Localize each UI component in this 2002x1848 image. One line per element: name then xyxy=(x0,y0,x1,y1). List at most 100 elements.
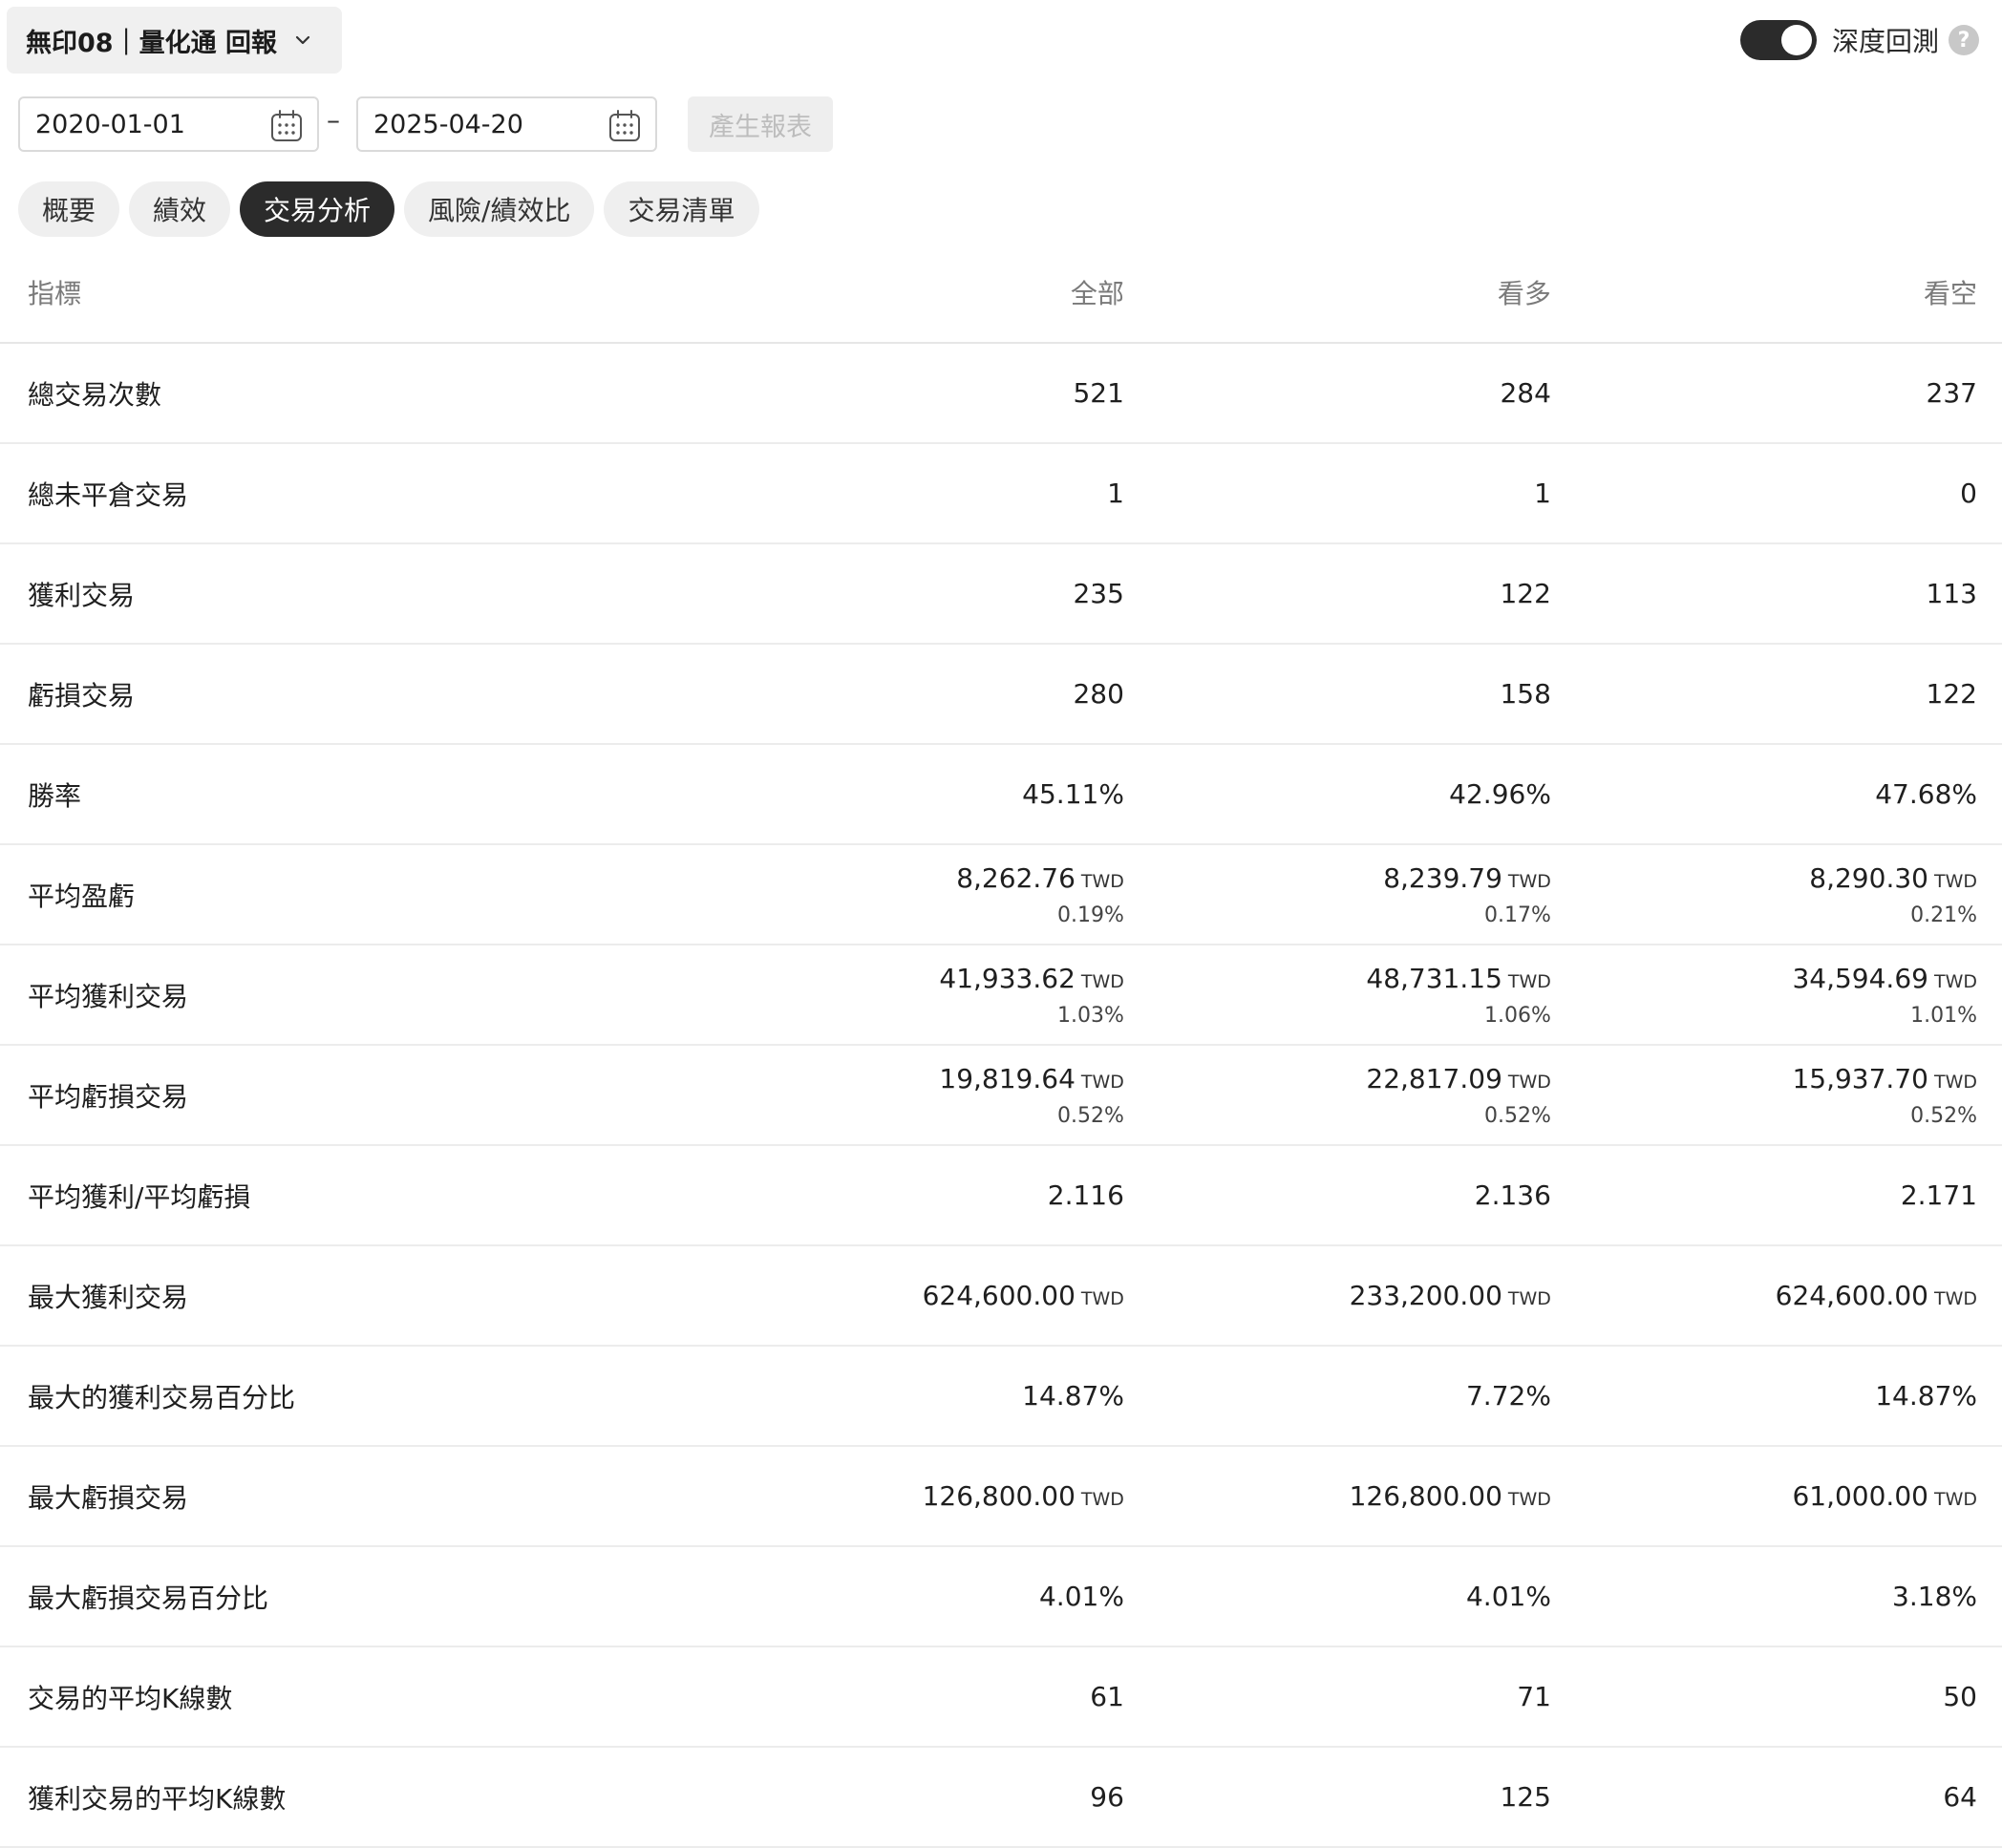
value-main: 19,819.64 TWD xyxy=(777,1063,1124,1094)
metric-value-short: 14.87% xyxy=(1550,1346,2002,1447)
value-number: 8,239.79 xyxy=(1383,861,1502,894)
metric-value-short: 15,937.70 TWD 0.52% xyxy=(1550,1045,2002,1146)
value-number: 14.87% xyxy=(1875,1380,1977,1412)
end-date-field[interactable] xyxy=(356,96,657,152)
calendar-icon[interactable] xyxy=(607,109,642,143)
metric-name: 交易的平均K線數 xyxy=(0,1646,777,1748)
end-date-input[interactable] xyxy=(372,108,586,140)
value-number: 61,000.00 xyxy=(1792,1480,1928,1512)
value-main: 624,600.00 TWD xyxy=(1551,1280,1977,1311)
table-row: 獲利交易 235 122 113 xyxy=(0,543,2002,645)
trade-analysis-table: 指標 全部 看多 看空 總交易次數 521 284 237 總未平倉交易 1 1 0 獲利交易 2… xyxy=(0,243,2002,1848)
value-percent: 0.21% xyxy=(1910,903,1977,927)
report-tabs: 概要 績效 交易分析 風險/績效比 交易清單 xyxy=(18,181,759,237)
value-number: 34,594.69 xyxy=(1792,962,1928,994)
value-percent: 1.01% xyxy=(1910,1003,1977,1028)
value-main: 34,594.69 TWD xyxy=(1551,963,1977,994)
value-unit: TWD xyxy=(1933,1288,1977,1309)
value-number: 71 xyxy=(1517,1681,1551,1712)
value-main: 2.136 xyxy=(1124,1179,1551,1211)
value-unit: TWD xyxy=(1080,870,1124,892)
value-main: 237 xyxy=(1551,377,1977,409)
table-row: 平均獲利/平均虧損 2.116 2.136 2.171 xyxy=(0,1145,2002,1246)
value-number: 15,937.70 xyxy=(1792,1062,1928,1094)
value-number: 126,800.00 xyxy=(922,1480,1076,1512)
value-number: 96 xyxy=(1090,1781,1124,1813)
start-date-input[interactable] xyxy=(33,108,247,140)
value-main: 280 xyxy=(777,678,1124,710)
table-row: 勝率 45.11% 42.96% 47.68% xyxy=(0,744,2002,845)
table-row: 最大的獲利交易百分比 14.87% 7.72% 14.87% xyxy=(0,1346,2002,1447)
value-number: 624,600.00 xyxy=(922,1280,1076,1311)
deep-backtest-toggle[interactable] xyxy=(1739,20,1817,60)
metric-name: 獲利交易 xyxy=(0,543,777,645)
help-icon[interactable]: ? xyxy=(1949,25,1979,55)
value-number: 280 xyxy=(1073,678,1124,710)
header-metric: 指標 xyxy=(0,243,777,344)
value-number: 125 xyxy=(1500,1781,1551,1813)
value-number: 8,262.76 xyxy=(956,861,1076,894)
value-main: 22,817.09 TWD xyxy=(1124,1063,1551,1094)
table-row: 最大虧損交易 126,800.00 TWD 126,800.00 TWD 61,000.0… xyxy=(0,1446,2002,1547)
value-main: 14.87% xyxy=(1551,1380,1977,1412)
value-unit: TWD xyxy=(1507,1288,1551,1309)
value-number: 126,800.00 xyxy=(1349,1480,1502,1512)
tab-1[interactable]: 績效 xyxy=(129,181,231,237)
metric-value-long: 125 xyxy=(1123,1747,1551,1848)
value-main: 126,800.00 TWD xyxy=(1124,1480,1551,1512)
value-main: 284 xyxy=(1124,377,1550,409)
value-number: 113 xyxy=(1926,578,1977,609)
header-all: 全部 xyxy=(777,243,1124,344)
generate-report-button[interactable]: 產生報表 xyxy=(688,96,833,152)
chevron-down-icon xyxy=(292,30,313,51)
tab-3[interactable]: 風險/績效比 xyxy=(404,181,595,237)
value-number: 233,200.00 xyxy=(1349,1280,1502,1311)
value-number: 1 xyxy=(1534,478,1551,509)
tab-4[interactable]: 交易清單 xyxy=(604,181,759,237)
metric-value-all: 2.116 xyxy=(777,1145,1124,1246)
value-percent: 0.19% xyxy=(1057,903,1124,927)
value-number: 42.96% xyxy=(1449,778,1551,810)
value-unit: TWD xyxy=(1507,1071,1551,1093)
value-main: 8,239.79 TWD xyxy=(1124,862,1551,894)
calendar-icon[interactable] xyxy=(269,109,304,143)
date-range-separator: – xyxy=(327,104,340,136)
value-number: 48,731.15 xyxy=(1366,962,1502,994)
value-percent: 0.52% xyxy=(1484,1103,1551,1128)
value-percent: 1.03% xyxy=(1057,1003,1124,1028)
metric-value-long: 1 xyxy=(1123,443,1551,544)
value-main: 8,262.76 TWD xyxy=(777,862,1124,894)
start-date-field[interactable] xyxy=(18,96,319,152)
metric-name: 平均盈虧 xyxy=(0,844,777,945)
value-number: 22,817.09 xyxy=(1366,1062,1502,1094)
value-unit: TWD xyxy=(1933,1489,1977,1510)
value-main: 122 xyxy=(1124,578,1550,609)
metric-value-long: 4.01% xyxy=(1123,1546,1551,1647)
metric-value-short: 8,290.30 TWD 0.21% xyxy=(1550,844,2002,945)
value-percent: 0.52% xyxy=(1910,1103,1977,1128)
tab-2[interactable]: 交易分析 xyxy=(240,181,395,237)
table-row: 獲利交易的平均K線數 96 125 64 xyxy=(0,1747,2002,1848)
strategy-select[interactable]: 無印08｜量化通 回報 xyxy=(7,7,342,74)
metric-value-long: 71 xyxy=(1123,1646,1551,1748)
value-number: 235 xyxy=(1073,578,1124,609)
metric-value-short: 3.18% xyxy=(1550,1546,2002,1647)
value-unit: TWD xyxy=(1080,1489,1124,1510)
tab-0[interactable]: 概要 xyxy=(18,181,120,237)
value-main: 41,933.62 TWD xyxy=(777,963,1124,994)
value-number: 61 xyxy=(1090,1681,1124,1712)
metric-value-all: 1 xyxy=(777,443,1124,544)
value-percent: 0.52% xyxy=(1057,1103,1124,1128)
value-main: 1 xyxy=(777,478,1124,509)
table-row: 平均盈虧 8,262.76 TWD 0.19% 8,239.79 TWD 0.17% 8,29… xyxy=(0,844,2002,945)
value-main: 521 xyxy=(777,377,1123,409)
metric-value-long: 122 xyxy=(1123,543,1551,645)
value-number: 0 xyxy=(1960,478,1977,509)
value-main: 61 xyxy=(777,1681,1124,1712)
metric-name: 平均虧損交易 xyxy=(0,1045,777,1146)
value-number: 2.116 xyxy=(1047,1179,1124,1211)
value-number: 19,819.64 xyxy=(939,1062,1076,1094)
metric-value-short: 47.68% xyxy=(1550,744,2002,845)
metric-value-all: 624,600.00 TWD xyxy=(777,1245,1124,1347)
value-main: 113 xyxy=(1551,578,1977,609)
